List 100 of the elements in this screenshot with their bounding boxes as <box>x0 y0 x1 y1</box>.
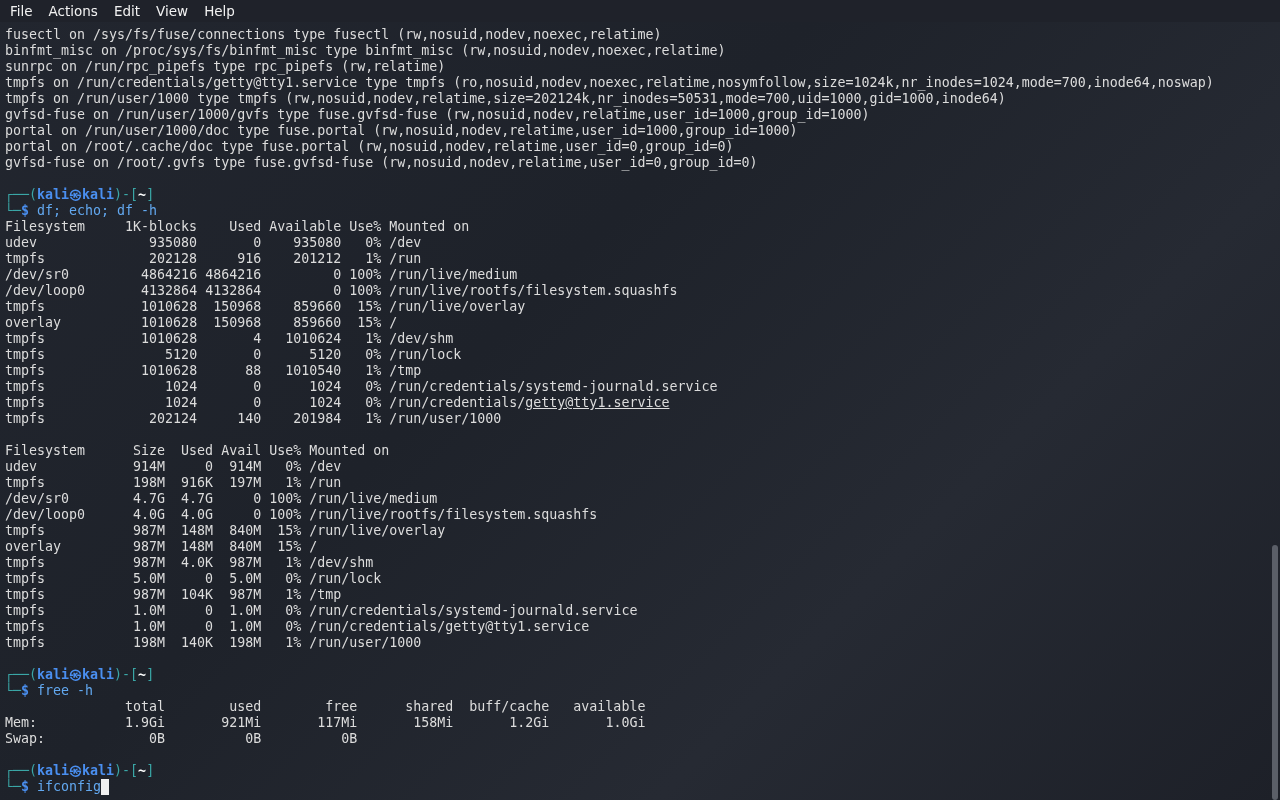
table-cell: /run/credentials/getty@tty1.service <box>381 395 718 411</box>
column-header: Filesystem <box>5 443 87 459</box>
table-cell: 935080 <box>261 235 342 251</box>
table-cell: 0 <box>165 571 214 587</box>
table-cell-text: /dev/sr0 <box>5 267 71 283</box>
table-cell: 0% <box>341 395 382 411</box>
table-cell-text: tmpfs <box>5 347 47 363</box>
table-cell-text: tmpfs <box>5 571 47 587</box>
table-cell: 0% <box>341 379 382 395</box>
table-cell: 987M <box>213 555 262 571</box>
table-cell: 1% <box>261 555 302 571</box>
table-cell: /tmp <box>381 363 718 379</box>
table-cell: /run/live/medium <box>381 267 718 283</box>
output-line: fusectl on /sys/fs/fuse/connections type fusectl (rw,nosuid,nodev,noexec,relatime) <box>5 27 662 43</box>
table-cell: 0 <box>197 379 262 395</box>
column-header: free <box>261 699 358 715</box>
table-cell: 15% <box>261 523 302 539</box>
table-cell: 15% <box>341 315 382 331</box>
column-header: Used <box>228 219 262 235</box>
menu-item[interactable]: File <box>2 0 41 22</box>
table-cell: 916 <box>197 251 262 267</box>
table-cell: /dev/shm <box>301 555 638 571</box>
table-cell: /run <box>301 475 638 491</box>
column-header: Available <box>261 219 342 235</box>
table-cell: 4 <box>197 331 262 347</box>
table-cell-text: Swap: <box>5 731 47 747</box>
menu-item[interactable]: Edit <box>105 0 149 22</box>
table-cell: 88 <box>197 363 262 379</box>
menu-item[interactable]: Help <box>196 0 243 22</box>
table-cell: 4.0K <box>165 555 214 571</box>
table-cell: / <box>301 539 638 555</box>
table-cell: 921Mi <box>165 715 262 731</box>
column-header: Use% <box>268 443 302 459</box>
table-cell-text: 198M <box>132 475 166 491</box>
column-header: Used <box>165 443 214 459</box>
output-line: gvfsd-fuse on /run/user/1000/gvfs type fuse.gvfsd-fuse (rw,nosuid,nodev,relatime,user_id=1000,group_id=1000) <box>5 107 870 123</box>
table-cell: 148M <box>165 539 214 555</box>
table-cell-text: overlay <box>5 539 63 555</box>
table-cell: 4864216 <box>197 267 262 283</box>
table-cell: 201984 <box>261 411 342 427</box>
menu-item[interactable]: View <box>148 0 197 22</box>
table-cell-text: 987M <box>132 539 166 555</box>
table-cell-text: Mem: <box>5 715 39 731</box>
table-cell-text: 198M <box>132 635 166 651</box>
table-cell-text: tmpfs <box>5 555 47 571</box>
table-cell: /run/user/1000 <box>301 635 638 651</box>
table-cell-text: /dev/loop0 <box>5 507 87 523</box>
table-cell: 0 <box>165 603 214 619</box>
table-cell-text: tmpfs <box>5 299 47 315</box>
table-cell: 0 <box>165 619 214 635</box>
output-line: binfmt_misc on /proc/sys/fs/binfmt_misc type binfmt_misc (rw,nosuid,nodev,noexec,relatime) <box>5 43 726 59</box>
table-cell: 0% <box>261 571 302 587</box>
table-cell: 1% <box>261 635 302 651</box>
table-cell: 0 <box>197 395 262 411</box>
table-cell: 100% <box>261 491 302 507</box>
link[interactable]: getty@tty1.service <box>525 395 670 410</box>
table-cell: 1.2Gi <box>453 715 550 731</box>
table-cell-text: 1.0M <box>132 603 166 619</box>
command-line: └─$ free -h <box>5 683 94 699</box>
table-cell: /run/live/rootfs/filesystem.squashfs <box>381 283 718 299</box>
table-cell: 117Mi <box>261 715 358 731</box>
column-header: shared <box>357 699 454 715</box>
table-cell: 15% <box>261 539 302 555</box>
table-cell: /run/live/overlay <box>301 523 638 539</box>
table-cell-text: 935080 <box>148 235 198 251</box>
table-cell: /run/live/medium <box>301 491 638 507</box>
table-cell: 197M <box>213 475 262 491</box>
table-cell: /run/live/overlay <box>381 299 718 315</box>
table-cell: 859660 <box>261 299 342 315</box>
table-cell-text: 5.0M <box>132 571 166 587</box>
table-cell: /run/lock <box>381 347 718 363</box>
menu-item[interactable]: Actions <box>40 0 106 22</box>
table-cell-text: 5120 <box>164 347 198 363</box>
table-cell: 4132864 <box>197 283 262 299</box>
table-cell-text: udev <box>5 235 39 251</box>
output-line: portal on /root/.cache/doc type fuse.portal (rw,nosuid,nodev,relatime,user_id=0,group_id=0) <box>5 139 734 155</box>
table-cell: 4.0G <box>165 507 214 523</box>
table-cell-text: 1.9Gi <box>124 715 166 731</box>
prompt-line: ┌──(kali㉿kali)-[~] <box>5 763 155 779</box>
table-cell: 1024 <box>261 395 342 411</box>
scrollbar-thumb[interactable] <box>1272 545 1278 800</box>
table-cell: 1% <box>341 331 382 347</box>
command-line: └─$ df; echo; df -h <box>5 203 158 219</box>
table-cell: 100% <box>261 507 302 523</box>
command-line: └─$ ifconfig <box>5 779 102 795</box>
table-cell-text: tmpfs <box>5 331 47 347</box>
table-cell: 1% <box>341 363 382 379</box>
table-cell-text: tmpfs <box>5 475 47 491</box>
table-cell-text: 202124 <box>148 411 198 427</box>
table-cell: 150968 <box>197 299 262 315</box>
table-cell-text: 0B <box>148 731 166 747</box>
table-cell-text: udev <box>5 459 39 475</box>
table-cell: 158Mi <box>357 715 454 731</box>
table-cell: 859660 <box>261 315 342 331</box>
column-header: Mounted on <box>381 219 718 235</box>
table-cell: 1010540 <box>261 363 342 379</box>
table-cell-text: 914M <box>132 459 166 475</box>
table-cell: 1.0Gi <box>549 715 646 731</box>
table-cell: 0% <box>341 235 382 251</box>
output-line: portal on /run/user/1000/doc type fuse.portal (rw,nosuid,nodev,relatime,user_id=1000,group_id=1000) <box>5 123 798 139</box>
